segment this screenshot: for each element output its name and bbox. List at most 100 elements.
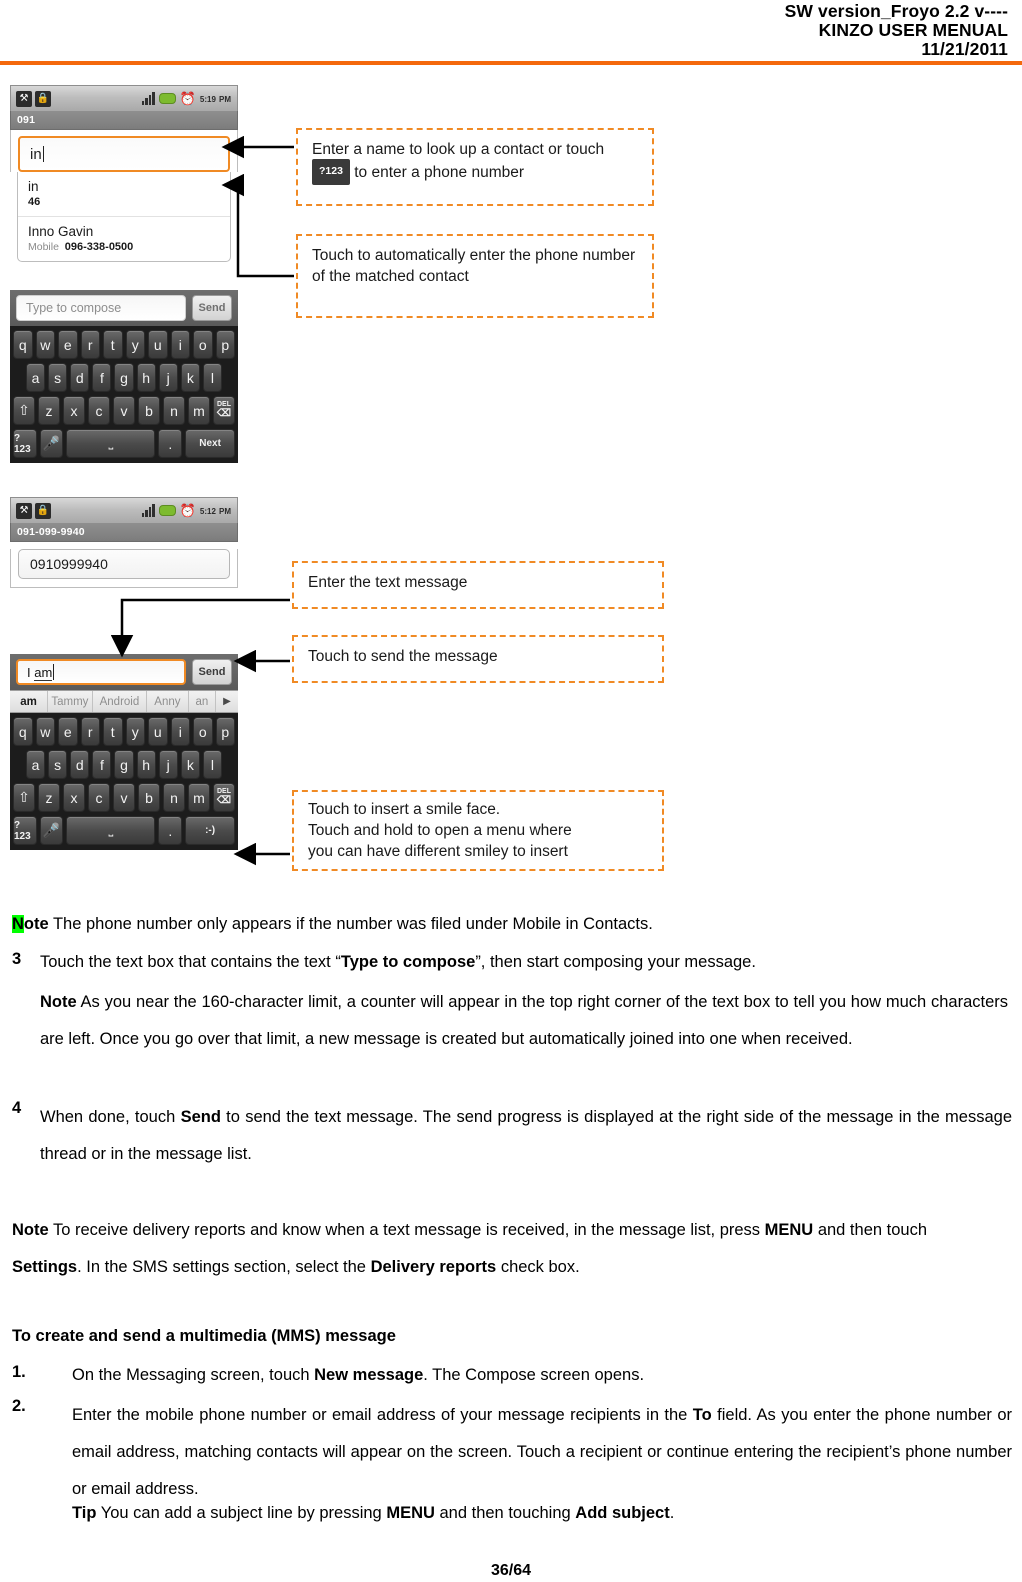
suggestion-word[interactable]: an xyxy=(189,691,216,712)
suggestion-word[interactable]: Android xyxy=(93,691,148,712)
suggestion-word[interactable]: Tammy xyxy=(48,691,93,712)
shift-key-icon[interactable]: ⇧ xyxy=(13,783,35,812)
key-u[interactable]: u xyxy=(148,330,168,359)
delete-key-icon[interactable]: DEL ⌫ xyxy=(213,396,235,425)
key-f[interactable]: f xyxy=(92,363,112,392)
key-y[interactable]: y xyxy=(125,330,145,359)
delete-key-icon[interactable]: DEL ⌫ xyxy=(213,783,235,812)
symbols-key[interactable]: ?123 xyxy=(13,429,37,458)
send-button[interactable]: Send xyxy=(192,295,232,321)
mms-step-1: 1. On the Messaging screen, touch New me… xyxy=(12,1363,1012,1387)
key-v[interactable]: v xyxy=(113,783,135,812)
key-e[interactable]: e xyxy=(58,330,78,359)
recipient-field[interactable]: 0910999940 xyxy=(18,549,230,579)
key-e[interactable]: e xyxy=(58,717,78,746)
key-n[interactable]: n xyxy=(163,396,185,425)
key-b[interactable]: b xyxy=(138,783,160,812)
key-d[interactable]: d xyxy=(70,750,90,779)
step-4: 4 When done, touch Send to send the text… xyxy=(12,1099,1012,1173)
key-q[interactable]: q xyxy=(13,330,33,359)
callout-enter-text-message: Enter the text message xyxy=(292,561,664,609)
key-p[interactable]: p xyxy=(215,717,235,746)
status-time: 5:12 PM xyxy=(199,506,231,516)
suggestion-word[interactable]: Anny xyxy=(147,691,189,712)
key-r[interactable]: r xyxy=(80,330,100,359)
period-key[interactable]: . xyxy=(158,429,183,458)
suggestion-word[interactable]: am xyxy=(10,691,48,712)
chevron-right-icon[interactable]: ▶ xyxy=(216,691,238,712)
key-i[interactable]: i xyxy=(170,330,190,359)
space-key[interactable]: ⎵ xyxy=(66,816,156,845)
key-a[interactable]: a xyxy=(26,363,46,392)
key-r[interactable]: r xyxy=(80,717,100,746)
key-h[interactable]: h xyxy=(136,363,156,392)
key-l[interactable]: l xyxy=(202,750,222,779)
callout-text: Touch to automatically enter the phone n… xyxy=(312,247,636,285)
key-c[interactable]: c xyxy=(88,783,110,812)
key-x[interactable]: x xyxy=(63,396,85,425)
key-b[interactable]: b xyxy=(138,396,160,425)
key-x[interactable]: x xyxy=(63,783,85,812)
status-time: 5:19 PM xyxy=(199,94,231,104)
smiley-key[interactable]: :-) xyxy=(185,816,235,845)
key-k[interactable]: k xyxy=(180,750,200,779)
step3-bold-term: Type to compose xyxy=(340,953,476,971)
key-l[interactable]: l xyxy=(202,363,222,392)
next-key[interactable]: Next xyxy=(185,429,235,458)
key-m[interactable]: m xyxy=(188,783,210,812)
lock-icon: 🔒 xyxy=(35,502,51,519)
step-number: 1. xyxy=(12,1363,26,1381)
key-i[interactable]: i xyxy=(170,717,190,746)
key-t[interactable]: t xyxy=(103,330,123,359)
key-j[interactable]: j xyxy=(158,750,178,779)
key-o[interactable]: o xyxy=(193,330,213,359)
key-t[interactable]: t xyxy=(103,717,123,746)
key-d[interactable]: d xyxy=(70,363,90,392)
key-h[interactable]: h xyxy=(136,750,156,779)
shift-key-icon[interactable]: ⇧ xyxy=(13,396,35,425)
callout-text: Touch to send the message xyxy=(308,648,498,665)
key-a[interactable]: a xyxy=(26,750,46,779)
key-q[interactable]: q xyxy=(13,717,33,746)
phone-screenshot-compose-message: ⚒ 🔒 ⏰ 5:12 PM 091-099-9940 0910999940 I … xyxy=(10,497,238,850)
signal-bars-icon xyxy=(141,92,155,105)
text-caret xyxy=(53,664,55,680)
key-s[interactable]: s xyxy=(48,750,68,779)
key-v[interactable]: v xyxy=(113,396,135,425)
page-number: 36/64 xyxy=(490,1562,532,1579)
key-u[interactable]: u xyxy=(148,717,168,746)
callout-touch-to-send: Touch to send the message xyxy=(292,635,664,683)
key-w[interactable]: w xyxy=(35,330,55,359)
key-n[interactable]: n xyxy=(163,783,185,812)
key-w[interactable]: w xyxy=(35,717,55,746)
header-manual-title: KINZO USER MENUAL xyxy=(818,20,1008,40)
key-m[interactable]: m xyxy=(188,396,210,425)
space-key[interactable]: ⎵ xyxy=(66,429,156,458)
to-field-input[interactable]: in xyxy=(18,136,230,172)
key-j[interactable]: j xyxy=(158,363,178,392)
key-c[interactable]: c xyxy=(88,396,110,425)
symbols-key[interactable]: ?123 xyxy=(13,816,37,845)
key-z[interactable]: z xyxy=(38,783,60,812)
list-item[interactable]: in 46 xyxy=(18,172,230,216)
key-f[interactable]: f xyxy=(92,750,112,779)
key-z[interactable]: z xyxy=(38,396,60,425)
key-o[interactable]: o xyxy=(193,717,213,746)
period-key[interactable]: . xyxy=(158,816,183,845)
key-p[interactable]: p xyxy=(215,330,235,359)
compose-input[interactable]: Type to compose xyxy=(16,295,186,321)
menu-term: MENU xyxy=(764,1221,814,1239)
key-s[interactable]: s xyxy=(48,363,68,392)
step4-bold-term: Send xyxy=(180,1108,221,1126)
compose-input[interactable]: I am xyxy=(16,659,186,685)
send-button[interactable]: Send xyxy=(192,659,232,685)
key-g[interactable]: g xyxy=(114,363,134,392)
mic-key-icon[interactable]: 🎤 xyxy=(39,429,64,458)
key-y[interactable]: y xyxy=(125,717,145,746)
tip-add-subject: Tip You can add a subject line by pressi… xyxy=(72,1504,675,1522)
key-g[interactable]: g xyxy=(114,750,134,779)
mic-key-icon[interactable]: 🎤 xyxy=(39,816,64,845)
key-k[interactable]: k xyxy=(180,363,200,392)
document-header: SW version_Froyo 2.2 v---- KINZO USER ME… xyxy=(0,0,1022,59)
list-item[interactable]: Inno Gavin Mobile 096-338-0500 xyxy=(18,216,230,261)
